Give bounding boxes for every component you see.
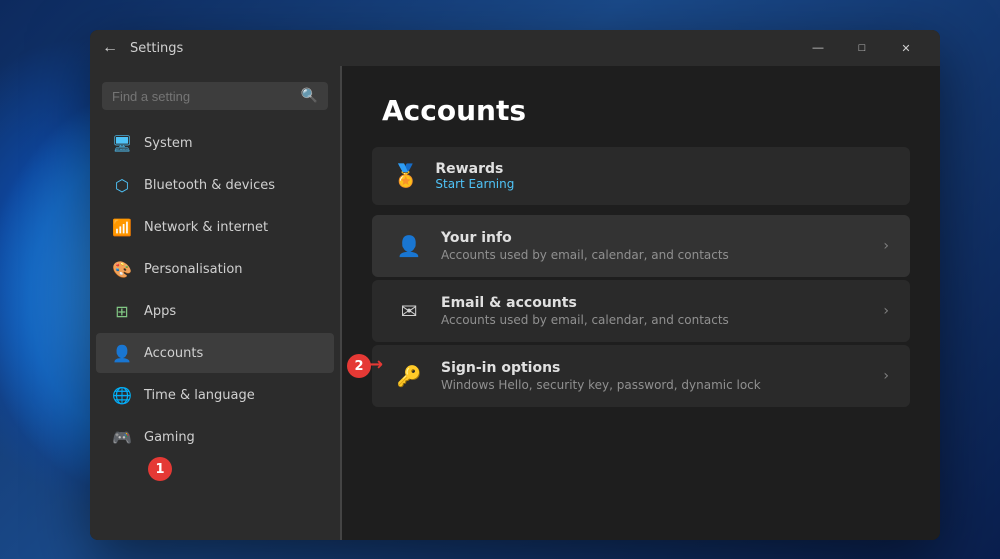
page-header: Accounts: [342, 66, 940, 147]
settings-item-email-accounts[interactable]: ✉ Email & accounts Accounts used by emai…: [372, 280, 910, 342]
sign-in-title: Sign-in options: [441, 360, 867, 376]
title-bar-controls: — □ ✕: [796, 33, 928, 63]
rewards-card[interactable]: 🏅 Rewards Start Earning: [372, 147, 910, 205]
main-content: 🔍 🖥 System ⬡ Bluetooth & devices 📶 Netwo…: [90, 66, 940, 540]
page-title: Accounts: [382, 94, 900, 127]
sidebar-label-personalisation: Personalisation: [144, 262, 243, 277]
title-bar-left: ← Settings: [102, 40, 183, 56]
email-accounts-chevron: ›: [883, 303, 889, 319]
settings-list: 👤 Your info Accounts used by email, cale…: [342, 209, 940, 413]
sidebar-label-bluetooth: Bluetooth & devices: [144, 178, 275, 193]
search-icon: 🔍: [301, 88, 318, 104]
time-icon: 🌐: [112, 385, 132, 405]
sidebar: 🔍 🖥 System ⬡ Bluetooth & devices 📶 Netwo…: [90, 66, 340, 540]
sidebar-item-apps[interactable]: ⊞ Apps: [96, 291, 334, 331]
sidebar-item-gaming[interactable]: 🎮 Gaming: [96, 417, 334, 457]
network-icon: 📶: [112, 217, 132, 237]
your-info-text: Your info Accounts used by email, calend…: [441, 230, 867, 262]
search-box[interactable]: 🔍: [102, 82, 328, 110]
your-info-icon: 👤: [393, 230, 425, 262]
personalisation-icon: 🎨: [112, 259, 132, 279]
sidebar-label-apps: Apps: [144, 304, 176, 319]
sidebar-item-accounts[interactable]: 👤 Accounts: [96, 333, 334, 373]
rewards-subtitle: Start Earning: [435, 177, 514, 191]
email-accounts-text: Email & accounts Accounts used by email,…: [441, 295, 867, 327]
apps-icon: ⊞: [112, 301, 132, 321]
sidebar-item-network[interactable]: 📶 Network & internet: [96, 207, 334, 247]
settings-item-your-info[interactable]: 👤 Your info Accounts used by email, cale…: [372, 215, 910, 277]
sidebar-item-personalisation[interactable]: 🎨 Personalisation: [96, 249, 334, 289]
bluetooth-icon: ⬡: [112, 175, 132, 195]
sign-in-subtitle: Windows Hello, security key, password, d…: [441, 378, 867, 392]
rewards-text: Rewards Start Earning: [435, 161, 514, 191]
your-info-subtitle: Accounts used by email, calendar, and co…: [441, 248, 867, 262]
annotation-arrow-2: →: [368, 354, 383, 375]
minimize-button[interactable]: —: [796, 33, 840, 63]
email-accounts-title: Email & accounts: [441, 295, 867, 311]
window-title: Settings: [130, 41, 183, 56]
annotation-badge-1: 1: [148, 457, 172, 481]
your-info-title: Your info: [441, 230, 867, 246]
rewards-icon: 🏅: [392, 164, 419, 189]
system-icon: 🖥: [112, 133, 132, 153]
search-input[interactable]: [112, 89, 293, 104]
settings-item-sign-in[interactable]: 🔑 Sign-in options Windows Hello, securit…: [372, 345, 910, 407]
gaming-icon: 🎮: [112, 427, 132, 447]
sidebar-label-system: System: [144, 136, 192, 151]
sidebar-item-system[interactable]: 🖥 System: [96, 123, 334, 163]
maximize-button[interactable]: □: [840, 33, 884, 63]
accounts-icon: 👤: [112, 343, 132, 363]
sidebar-label-gaming: Gaming: [144, 430, 195, 445]
email-accounts-subtitle: Accounts used by email, calendar, and co…: [441, 313, 867, 327]
sidebar-label-network: Network & internet: [144, 220, 268, 235]
back-button[interactable]: ←: [102, 40, 118, 56]
sign-in-text: Sign-in options Windows Hello, security …: [441, 360, 867, 392]
settings-window: ← Settings — □ ✕ 🔍 🖥 System ⬡ Bluetoot: [90, 30, 940, 540]
close-button[interactable]: ✕: [884, 33, 928, 63]
right-panel: Accounts 🏅 Rewards Start Earning 👤 Your …: [342, 66, 940, 540]
sidebar-item-bluetooth[interactable]: ⬡ Bluetooth & devices: [96, 165, 334, 205]
sidebar-label-time: Time & language: [144, 388, 255, 403]
title-bar: ← Settings — □ ✕: [90, 30, 940, 66]
sign-in-chevron: ›: [883, 368, 889, 384]
email-accounts-icon: ✉: [393, 295, 425, 327]
sign-in-icon: 🔑: [393, 360, 425, 392]
rewards-title: Rewards: [435, 161, 514, 177]
sidebar-label-accounts: Accounts: [144, 346, 203, 361]
sidebar-item-time[interactable]: 🌐 Time & language: [96, 375, 334, 415]
your-info-chevron: ›: [883, 238, 889, 254]
